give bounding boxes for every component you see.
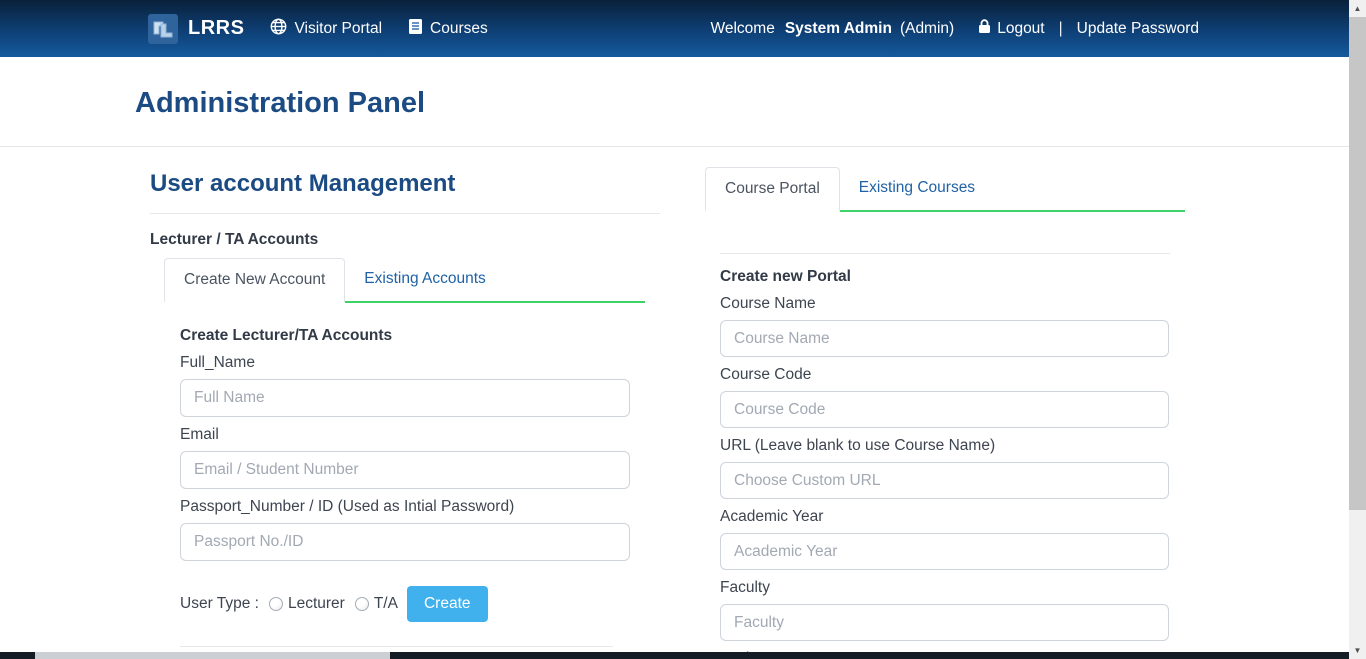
ta-radio-label: T/A (374, 595, 398, 613)
brand[interactable]: LRRS (148, 14, 244, 44)
welcome-text: Welcome (711, 20, 775, 38)
lock-icon (978, 19, 991, 39)
course-name-label: Course Name (720, 295, 1185, 313)
full-name-label: Full_Name (180, 354, 660, 372)
course-code-label: Course Code (720, 366, 1185, 384)
horizontal-scrollbar[interactable] (0, 652, 1349, 659)
tab-existing-courses[interactable]: Existing Courses (840, 167, 994, 210)
passport-input[interactable] (180, 523, 630, 561)
course-portal-section: Course Portal Existing Courses Create ne… (705, 167, 1185, 659)
app-window: LRRS Visitor Portal (0, 0, 1366, 659)
tab-create-new-account[interactable]: Create New Account (164, 258, 345, 303)
main-content: User account Management Lecturer / TA Ac… (0, 147, 1366, 659)
tab-course-portal[interactable]: Course Portal (705, 167, 840, 212)
page-title: Administration Panel (135, 87, 1366, 120)
logout-label: Logout (997, 20, 1044, 38)
course-code-input[interactable] (720, 391, 1169, 428)
lecturer-radio[interactable] (269, 597, 283, 611)
top-navbar: LRRS Visitor Portal (0, 0, 1366, 57)
subsection-title-lecturer-ta: Lecturer / TA Accounts (150, 231, 660, 249)
scroll-up-arrow-icon[interactable]: ▲ (1349, 0, 1366, 17)
nav-courses-label: Courses (430, 20, 488, 38)
divider (180, 646, 613, 647)
scroll-down-arrow-icon[interactable]: ▼ (1349, 642, 1366, 659)
brand-name[interactable]: LRRS (188, 17, 244, 40)
vertical-scrollbar-thumb[interactable] (1349, 17, 1366, 510)
create-portal-form: Create new Portal Course Name Course Cod… (705, 212, 1185, 659)
create-account-form: Create Lecturer/TA Accounts Full_Name Em… (164, 303, 660, 647)
custom-url-label: URL (Leave blank to use Course Name) (720, 437, 1185, 455)
academic-year-label: Academic Year (720, 508, 1185, 526)
nav-visitor-portal-label: Visitor Portal (294, 20, 382, 38)
section-title-user-accounts: User account Management (150, 170, 660, 198)
book-icon (408, 18, 423, 40)
user-type-label: User Type : (180, 595, 259, 613)
nav-courses[interactable]: Courses (408, 18, 488, 40)
tab-existing-accounts[interactable]: Existing Accounts (345, 258, 504, 301)
divider (720, 253, 1170, 254)
faculty-input[interactable] (720, 604, 1169, 641)
user-role: (Admin) (900, 20, 954, 38)
lrrs-logo-icon (148, 14, 178, 44)
update-password-link[interactable]: Update Password (1077, 20, 1199, 38)
vertical-scrollbar[interactable]: ▲ ▼ (1349, 0, 1366, 659)
faculty-label: Faculty (720, 579, 1185, 597)
course-name-input[interactable] (720, 320, 1169, 357)
user-name: System Admin (785, 20, 892, 38)
divider (150, 213, 660, 214)
user-type-row: User Type : Lecturer T/A Create (180, 586, 660, 622)
user-account-section: User account Management Lecturer / TA Ac… (150, 161, 660, 659)
form-title-create-portal: Create new Portal (720, 268, 1185, 286)
horizontal-scrollbar-thumb[interactable] (35, 652, 390, 659)
globe-icon (270, 18, 287, 40)
academic-year-input[interactable] (720, 533, 1169, 570)
course-tabs: Course Portal Existing Courses (705, 167, 1185, 212)
lecturer-radio-label: Lecturer (288, 595, 345, 613)
email-label: Email (180, 426, 660, 444)
email-input[interactable] (180, 451, 630, 489)
nav-visitor-portal[interactable]: Visitor Portal (270, 18, 382, 40)
page-header: Administration Panel (0, 57, 1366, 147)
custom-url-input[interactable] (720, 462, 1169, 499)
passport-label: Passport_Number / ID (Used as Intial Pas… (180, 498, 660, 516)
ta-radio[interactable] (355, 597, 369, 611)
full-name-input[interactable] (180, 379, 630, 417)
account-tabs: Create New Account Existing Accounts (164, 258, 645, 303)
create-account-button[interactable]: Create (407, 586, 488, 622)
nav-separator: | (1059, 20, 1063, 38)
form-title-create-accounts: Create Lecturer/TA Accounts (180, 327, 660, 345)
logout-link[interactable]: Logout (978, 19, 1044, 39)
